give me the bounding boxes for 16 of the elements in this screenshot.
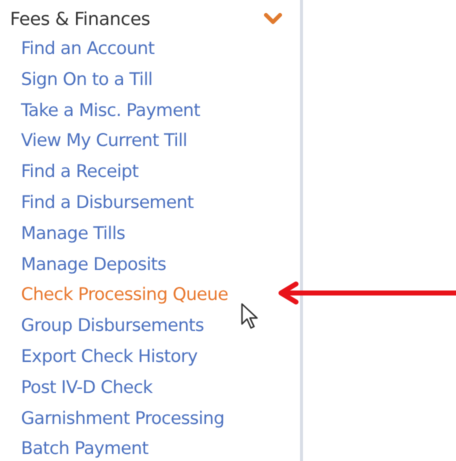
menu-link[interactable]: Find a Receipt [0,157,300,188]
menu-link[interactable]: Take a Misc. Payment [0,96,300,126]
menu-link[interactable]: Manage Tills [0,218,300,250]
menu-link[interactable]: Find a Disbursement [0,188,300,219]
mouse-cursor-icon [240,302,260,330]
menu-link[interactable]: Post IV-D Check [0,372,300,404]
menu-link[interactable]: Batch Payment [0,434,300,461]
section-title: Fees & Finances [10,8,150,32]
menu-link[interactable]: Find an Account [0,34,300,65]
menu-link[interactable]: Garnishment Processing [0,404,300,434]
menu-link[interactable]: Group Disbursements [0,311,300,342]
menu-link[interactable]: View My Current Till [0,126,300,158]
menu-link[interactable]: Sign On to a Till [0,64,300,96]
menu-link[interactable]: Manage Deposits [0,250,300,280]
menu-link[interactable]: Export Check History [0,342,300,373]
chevron-down-icon[interactable] [264,13,282,25]
